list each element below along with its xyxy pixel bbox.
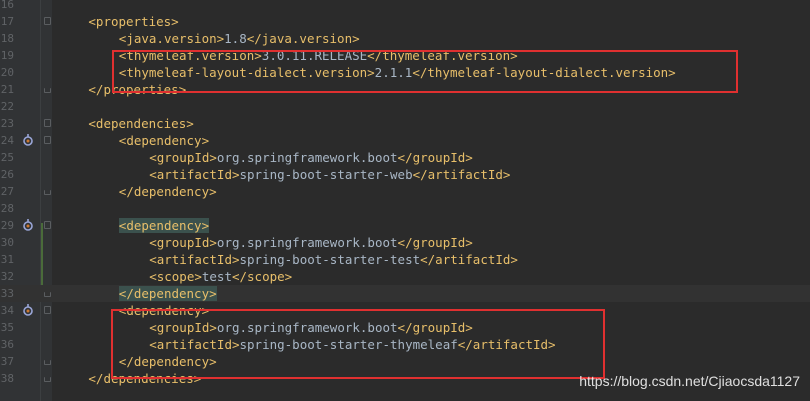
fold-toggle-icon[interactable] [44,17,51,25]
xml-value: org.springframework.boot [216,235,398,250]
maven-dependency-icon[interactable] [22,133,34,147]
xml-tag: <scope> [149,269,202,284]
code-line[interactable]: 17 <properties> [0,13,810,30]
code-line[interactable]: 24 <dependency> [0,132,810,149]
code-text: <groupId>org.springframework.boot</group… [149,149,473,166]
xml-tag: <groupId> [149,150,217,165]
xml-tag: <artifactId> [149,252,240,267]
line-number: 35 [0,321,14,334]
xml-tag: <groupId> [149,235,217,250]
line-number: 26 [0,168,14,181]
xml-tag: </dependency> [118,286,217,301]
fold-toggle-icon[interactable] [44,136,51,144]
xml-value: spring-boot-starter-test [239,252,421,267]
code-line[interactable]: 25 <groupId>org.springframework.boot</gro… [0,149,810,166]
fold-end-icon[interactable] [44,88,51,93]
fold-end-icon[interactable] [44,377,51,382]
line-number: 23 [0,117,14,130]
code-line[interactable]: 26 <artifactId>spring-boot-starter-web</a… [0,166,810,183]
line-number: 20 [0,66,14,79]
xml-tag: </scope> [231,269,293,284]
watermark-text: https://blog.csdn.net/Cjiaocsda1127 [579,373,800,389]
code-text: <dependency> [119,132,209,149]
xml-value: spring-boot-starter-web [239,167,413,182]
xml-tag: <dependency> [118,133,210,148]
line-number: 34 [0,304,14,317]
fold-end-icon[interactable] [44,292,51,297]
fold-toggle-icon[interactable] [44,119,51,127]
line-number: 37 [0,355,14,368]
xml-tag: </java.version> [246,31,360,46]
maven-dependency-icon[interactable] [22,303,34,317]
xml-tag: </groupId> [397,150,473,165]
line-number: 19 [0,49,14,62]
line-number: 21 [0,83,14,96]
code-text: <java.version>1.8</java.version> [119,30,360,47]
line-number: 33 [0,287,14,300]
xml-tag: </dependency> [118,184,217,199]
line-number: 31 [0,253,14,266]
highlight-box-properties [112,50,738,93]
code-line[interactable]: 31 <artifactId>spring-boot-starter-test</… [0,251,810,268]
xml-tag: </artifactId> [412,167,511,182]
xml-tag: <dependencies> [88,116,194,131]
fold-end-icon[interactable] [44,360,51,365]
code-line[interactable]: 30 <groupId>org.springframework.boot</gro… [0,234,810,251]
code-line[interactable]: 33 </dependency> [0,285,810,302]
code-text: <groupId>org.springframework.boot</group… [149,234,473,251]
line-number: 17 [0,15,14,28]
xml-tag: </artifactId> [420,252,518,267]
code-line[interactable]: 28 [0,200,810,217]
line-number: 32 [0,270,14,283]
line-number: 27 [0,185,14,198]
code-line[interactable]: 32 <scope>test</scope> [0,268,810,285]
line-number: 25 [0,151,14,164]
xml-value: test [201,269,232,284]
code-text: </dependency> [119,183,217,200]
line-number: 29 [0,219,14,232]
code-editor[interactable]: 16 17 <properties> 18 <java.version>1.8</jav… [0,0,810,401]
code-line[interactable]: 18 <java.version>1.8</java.version> [0,30,810,47]
code-text: </dependency> [118,285,217,302]
fold-end-icon[interactable] [44,190,51,195]
code-text: <artifactId>spring-boot-starter-web</art… [149,166,510,183]
line-number: 16 [0,0,14,11]
code-text: <properties> [88,13,178,30]
code-text: <dependencies> [88,115,193,132]
code-text: <dependency> [118,217,210,234]
line-number: 22 [0,100,14,113]
code-line[interactable]: 22 [0,98,810,115]
code-text: <scope>test</scope> [149,268,292,285]
line-number: 30 [0,236,14,249]
line-number: 28 [0,202,14,215]
code-line[interactable]: 29 <dependency> [0,217,810,234]
line-number: 24 [0,134,14,147]
code-line[interactable]: 16 [0,0,810,13]
highlight-box-thymeleaf-dependency [111,309,605,379]
xml-tag: <dependency> [118,218,210,233]
xml-tag: </groupId> [397,235,473,250]
xml-tag: <artifactId> [149,167,240,182]
line-number: 38 [0,372,14,385]
xml-tag: <properties> [88,14,179,29]
fold-toggle-icon[interactable] [44,221,51,229]
code-line[interactable]: 27 </dependency> [0,183,810,200]
maven-dependency-icon[interactable] [22,218,34,232]
xml-value: 1.8 [224,31,247,46]
line-number: 18 [0,32,14,45]
code-line[interactable]: 23 <dependencies> [0,115,810,132]
line-number: 36 [0,338,14,351]
code-text: <artifactId>spring-boot-starter-test</ar… [149,251,518,268]
xml-tag: <java.version> [118,31,225,46]
fold-toggle-icon[interactable] [44,306,51,314]
xml-value: org.springframework.boot [216,150,398,165]
